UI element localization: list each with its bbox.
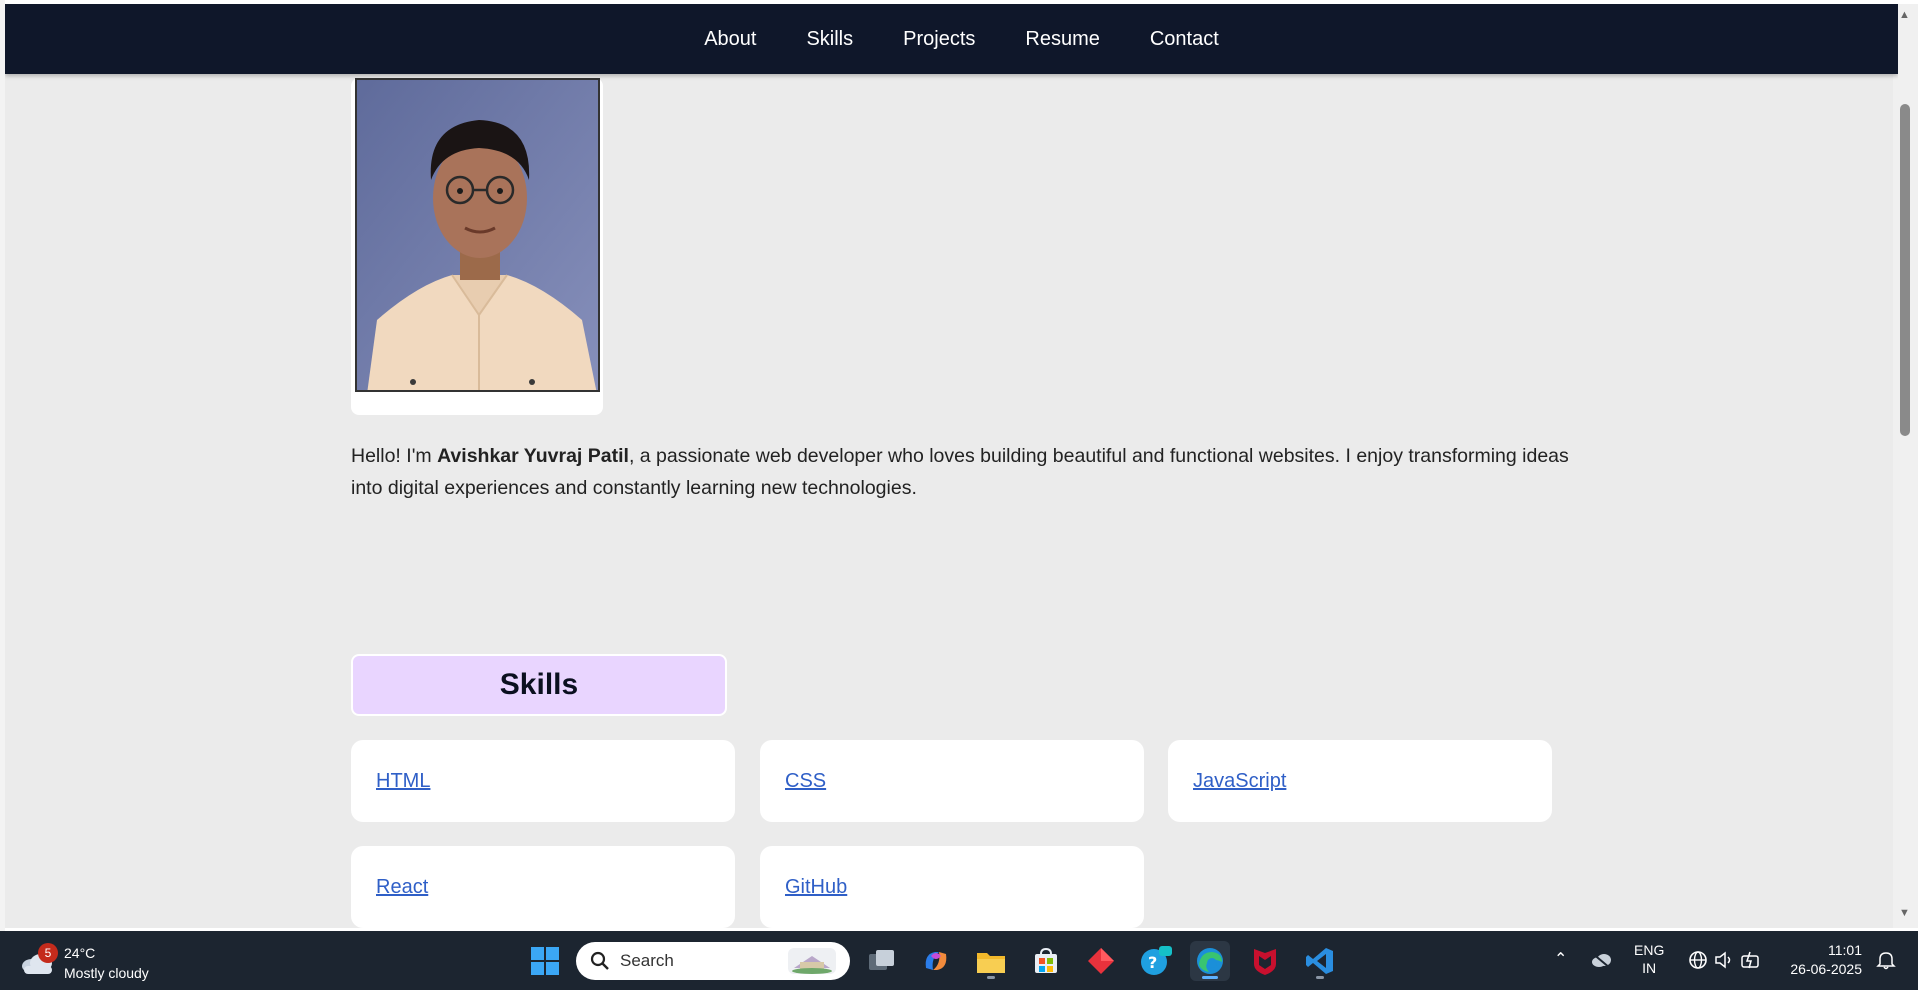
nav-resume-link[interactable]: Resume: [1025, 28, 1099, 51]
language-indicator[interactable]: ENG IN: [1634, 941, 1664, 977]
top-navbar: About Skills Projects Resume Contact: [5, 4, 1898, 74]
weather-badge: 5: [38, 943, 58, 963]
show-hidden-icons-chevron-icon[interactable]: ⌃: [1554, 949, 1567, 969]
task-view-icon[interactable]: [862, 941, 902, 981]
skills-heading: Skills: [499, 668, 579, 701]
skill-link-javascript[interactable]: JavaScript: [1193, 770, 1286, 793]
svg-text:?: ?: [1148, 953, 1157, 972]
nav-links: About Skills Projects Resume Contact: [704, 28, 1219, 51]
chat-app-icon[interactable]: ?: [1136, 941, 1176, 981]
onedrive-cloud-off-icon[interactable]: [1590, 951, 1612, 969]
nav-projects-link[interactable]: Projects: [903, 28, 975, 51]
copilot-icon[interactable]: [916, 941, 956, 981]
volume-icon[interactable]: [1714, 951, 1734, 969]
nav-contact-link[interactable]: Contact: [1150, 28, 1219, 51]
skill-card-javascript: JavaScript: [1168, 740, 1552, 822]
network-globe-icon[interactable]: [1688, 950, 1708, 970]
vscode-icon[interactable]: [1300, 941, 1340, 981]
mcafee-icon[interactable]: [1245, 941, 1285, 981]
intro-paragraph: Hello! I'm Avishkar Yuvraj Patil, a pass…: [351, 440, 1571, 504]
nav-about-link[interactable]: About: [704, 28, 756, 51]
scroll-thumb[interactable]: [1900, 104, 1910, 436]
notification-bell-icon[interactable]: [1876, 950, 1896, 970]
scroll-down-arrow-icon[interactable]: ▼: [1899, 908, 1910, 919]
skill-link-github[interactable]: GitHub: [785, 876, 847, 899]
file-explorer-running-indicator: [987, 976, 995, 979]
skill-card-react: React: [351, 846, 735, 928]
language-line1: ENG: [1634, 942, 1665, 958]
skill-card-css: CSS: [760, 740, 1144, 822]
edge-active-indicator: [1202, 976, 1218, 979]
weather-description: Mostly cloudy: [64, 965, 149, 981]
page-scrollbar[interactable]: ▲ ▼: [1893, 4, 1918, 928]
browser-viewport: About Skills Projects Resume Contact Hel…: [5, 4, 1898, 928]
clock-date: 26-06-2025: [1790, 961, 1862, 977]
weather-widget[interactable]: 5 24°C Mostly cloudy: [20, 937, 170, 985]
skill-link-css[interactable]: CSS: [785, 770, 826, 793]
red-diamond-app-icon[interactable]: [1081, 941, 1121, 981]
weather-temperature: 24°C: [64, 945, 96, 961]
search-icon: [590, 951, 609, 970]
search-highlight-icon: [788, 948, 836, 974]
language-line2: IN: [1642, 960, 1657, 976]
taskbar-search-box[interactable]: Search: [576, 942, 850, 980]
windows-taskbar: 5 24°C Mostly cloudy Search ? ⌃ ENG IN 1…: [0, 931, 1918, 990]
skill-card-github: GitHub: [760, 846, 1144, 928]
skill-card-html: HTML: [351, 740, 735, 822]
edge-browser-icon[interactable]: [1190, 941, 1230, 981]
vscode-running-indicator: [1316, 976, 1324, 979]
profile-photo: [355, 78, 600, 392]
clock-time: 11:01: [1828, 942, 1862, 958]
scroll-up-arrow-icon[interactable]: ▲: [1899, 10, 1910, 21]
search-placeholder: Search: [620, 951, 674, 970]
intro-prefix: Hello! I'm: [351, 445, 438, 467]
windows-start-icon[interactable]: [525, 941, 565, 981]
nav-skills-link[interactable]: Skills: [806, 28, 853, 51]
skills-heading-box: Skills: [351, 654, 727, 716]
intro-name: Avishkar Yuvraj Patil: [437, 445, 629, 467]
battery-charging-icon[interactable]: [1740, 950, 1760, 970]
skill-link-react[interactable]: React: [376, 876, 428, 899]
profile-photo-card: [351, 78, 603, 415]
clock[interactable]: 11:01 26-06-2025: [1782, 941, 1862, 979]
skill-link-html[interactable]: HTML: [376, 770, 430, 793]
file-explorer-icon[interactable]: [971, 941, 1011, 981]
microsoft-store-icon[interactable]: [1026, 941, 1066, 981]
